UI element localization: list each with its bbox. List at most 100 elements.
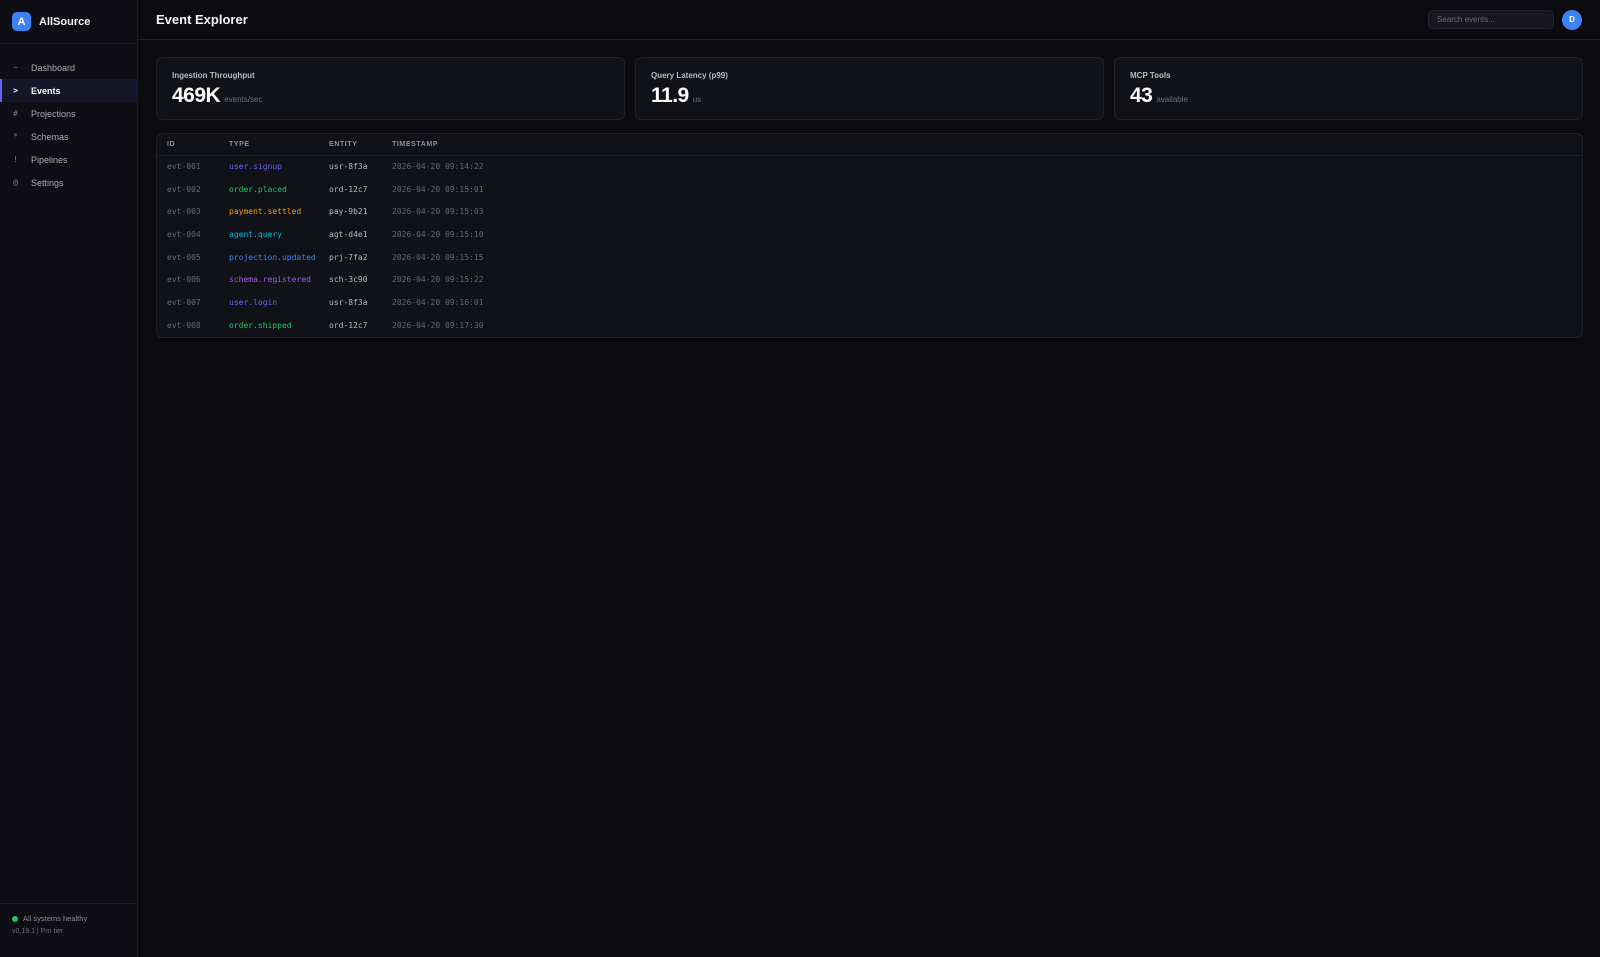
version-text: v0.19.1 | Pro tier bbox=[12, 928, 64, 935]
cell-timestamp: 2026-04-20 09:15:01 bbox=[392, 184, 484, 194]
stat-unit: available bbox=[1156, 95, 1188, 104]
cell-entity: ord-12c7 bbox=[329, 184, 368, 194]
sidebar-item-label: Projections bbox=[31, 108, 76, 119]
cell-timestamp: 2026-04-20 09:17:30 bbox=[392, 320, 484, 330]
table-row[interactable]: evt-007 user.login usr-8f3a 2026-04-20 09:1… bbox=[157, 291, 1582, 314]
table-row[interactable]: evt-005 projection.updated prj-7fa2 2026-04… bbox=[157, 246, 1582, 269]
status-text: All systems healthy bbox=[23, 914, 88, 923]
table-row[interactable]: evt-008 order.shipped ord-12c7 2026-04-20 0… bbox=[157, 314, 1582, 337]
topbar-actions: D bbox=[1428, 9, 1582, 30]
chevron-right-icon: > bbox=[13, 86, 18, 95]
sidebar-item-pipelines[interactable]: ! Pipelines bbox=[0, 148, 137, 171]
cell-type: agent.query bbox=[229, 229, 282, 239]
system-status: All systems healthy bbox=[12, 914, 125, 923]
cell-entity: agt-d4e1 bbox=[329, 229, 368, 239]
events-table-card: ID TYPE ENTITY TIMESTAMP evt-001 user.sig… bbox=[156, 133, 1583, 338]
table-header-row: ID TYPE ENTITY TIMESTAMP bbox=[157, 134, 1582, 156]
cell-type: order.placed bbox=[229, 184, 287, 194]
cell-timestamp: 2026-04-20 09:15:15 bbox=[392, 252, 484, 262]
cell-id: evt-008 bbox=[167, 320, 201, 330]
hash-icon: # bbox=[13, 109, 18, 118]
sidebar: A AllSource ~ Dashboard > Events # Projection… bbox=[0, 0, 138, 957]
status-dot-icon bbox=[12, 915, 18, 922]
sidebar-footer: All systems healthy v0.19.1 | Pro tier bbox=[0, 903, 137, 957]
stat-value: 469K bbox=[172, 84, 221, 107]
events-table: ID TYPE ENTITY TIMESTAMP evt-001 user.sig… bbox=[157, 134, 1582, 337]
cell-id: evt-004 bbox=[167, 229, 201, 239]
cell-entity: ord-12c7 bbox=[329, 320, 368, 330]
stat-card-query-latency: Query Latency (p99) 11.9 us bbox=[635, 57, 1104, 120]
stat-label: Query Latency (p99) bbox=[651, 71, 728, 80]
cell-type: user.login bbox=[229, 297, 278, 307]
brand[interactable]: A AllSource bbox=[0, 0, 137, 44]
stat-card-ingestion-throughput: Ingestion Throughput 469K events/sec bbox=[156, 57, 625, 120]
cell-id: evt-003 bbox=[167, 207, 201, 217]
cell-entity: usr-8f3a bbox=[329, 162, 368, 172]
cell-entity: sch-3c90 bbox=[329, 275, 368, 285]
cell-timestamp: 2026-04-20 09:15:10 bbox=[392, 229, 484, 239]
table-row[interactable]: evt-006 schema.registered sch-3c90 2026-04-… bbox=[157, 268, 1582, 291]
stat-value-row: 43 available bbox=[1130, 84, 1567, 108]
cell-entity: pay-9b21 bbox=[329, 207, 368, 217]
cell-timestamp: 2026-04-20 09:15:22 bbox=[392, 275, 484, 285]
search-input[interactable] bbox=[1428, 10, 1554, 29]
cell-id: evt-006 bbox=[167, 275, 201, 285]
stats-row: Ingestion Throughput 469K events/sec Query … bbox=[156, 57, 1583, 120]
stat-value: 43 bbox=[1130, 84, 1153, 107]
stat-card-mcp-tools: MCP Tools 43 available bbox=[1114, 57, 1583, 120]
cell-id: evt-005 bbox=[167, 252, 201, 262]
content: Ingestion Throughput 469K events/sec Query … bbox=[138, 40, 1600, 338]
brand-logo-icon: A bbox=[12, 12, 31, 31]
table-row[interactable]: evt-002 order.placed ord-12c7 2026-04-20 09… bbox=[157, 178, 1582, 201]
at-icon: @ bbox=[13, 178, 18, 187]
sidebar-item-dashboard[interactable]: ~ Dashboard bbox=[0, 56, 137, 79]
column-header-entity[interactable]: ENTITY bbox=[319, 134, 382, 156]
sidebar-item-events[interactable]: > Events bbox=[0, 79, 137, 102]
cell-type: projection.updated bbox=[229, 252, 316, 262]
cell-type: payment.settled bbox=[229, 207, 302, 217]
table-row[interactable]: evt-004 agent.query agt-d4e1 2026-04-20 09:… bbox=[157, 223, 1582, 246]
asterisk-icon: * bbox=[13, 132, 18, 141]
stat-value: 11.9 bbox=[651, 84, 689, 107]
cell-type: order.shipped bbox=[229, 320, 292, 330]
sidebar-item-projections[interactable]: # Projections bbox=[0, 102, 137, 125]
cell-timestamp: 2026-04-20 09:14:22 bbox=[392, 162, 484, 172]
sidebar-nav: ~ Dashboard > Events # Projections * Schemas! Pi… bbox=[0, 44, 137, 194]
cell-id: evt-001 bbox=[167, 162, 201, 172]
cell-timestamp: 2026-04-20 09:16:01 bbox=[392, 297, 484, 307]
cell-timestamp: 2026-04-20 09:15:03 bbox=[392, 207, 484, 217]
sidebar-item-label: Settings bbox=[31, 177, 64, 188]
table-body: evt-001 user.signup usr-8f3a 2026-04-20 09:… bbox=[157, 155, 1582, 337]
table-row[interactable]: evt-001 user.signup usr-8f3a 2026-04-20 09:… bbox=[157, 155, 1582, 178]
avatar[interactable]: D bbox=[1562, 9, 1582, 30]
sidebar-item-label: Schemas bbox=[31, 131, 69, 142]
stat-unit: events/sec bbox=[224, 95, 263, 104]
page-title: Event Explorer bbox=[156, 12, 248, 27]
sidebar-item-label: Events bbox=[31, 85, 61, 96]
cell-id: evt-002 bbox=[167, 184, 201, 194]
stat-unit: us bbox=[692, 95, 702, 104]
cell-type: user.signup bbox=[229, 162, 282, 172]
main: Event Explorer D Ingestion Throughput 469… bbox=[138, 0, 1600, 957]
cell-entity: usr-8f3a bbox=[329, 297, 368, 307]
sidebar-item-settings[interactable]: @ Settings bbox=[0, 171, 137, 194]
brand-name: AllSource bbox=[39, 15, 91, 28]
cell-entity: prj-7fa2 bbox=[329, 252, 368, 262]
sidebar-item-label: Pipelines bbox=[31, 154, 68, 165]
column-header-id[interactable]: ID bbox=[157, 134, 219, 156]
table-row[interactable]: evt-003 payment.settled pay-9b21 2026-04-20… bbox=[157, 200, 1582, 223]
sidebar-item-label: Dashboard bbox=[31, 62, 76, 73]
stat-value-row: 11.9 us bbox=[651, 84, 1088, 108]
stat-label: Ingestion Throughput bbox=[172, 71, 255, 80]
stat-label: MCP Tools bbox=[1130, 71, 1171, 80]
stat-value-row: 469K events/sec bbox=[172, 84, 609, 108]
wave-icon: ~ bbox=[13, 63, 18, 72]
column-header-timestamp[interactable]: TIMESTAMP bbox=[382, 134, 1582, 156]
column-header-type[interactable]: TYPE bbox=[219, 134, 319, 156]
topbar: Event Explorer D bbox=[138, 0, 1600, 40]
app-root: A AllSource ~ Dashboard > Events # Projection… bbox=[0, 0, 1600, 957]
cell-id: evt-007 bbox=[167, 297, 201, 307]
exclamation-icon: ! bbox=[13, 155, 18, 164]
sidebar-item-schemas[interactable]: * Schemas bbox=[0, 125, 137, 148]
cell-type: schema.registered bbox=[229, 275, 311, 285]
